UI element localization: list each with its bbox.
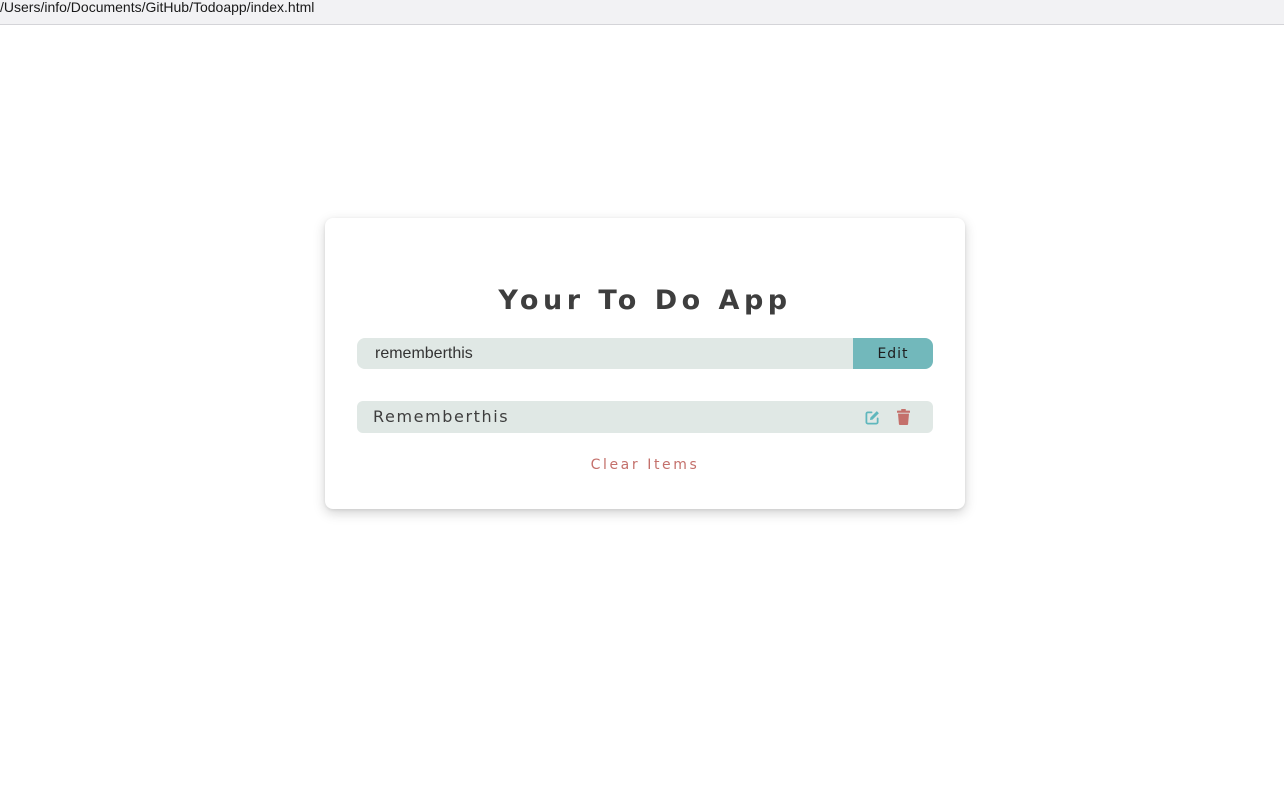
edit-submit-button[interactable]: Edit bbox=[853, 338, 933, 369]
todo-card: Your To Do App Edit Rememberthis Clear bbox=[325, 218, 965, 509]
todo-input[interactable] bbox=[357, 338, 853, 369]
address-bar[interactable]: /Users/info/Documents/GitHub/Todoapp/ind… bbox=[0, 0, 1284, 25]
app-title: Your To Do App bbox=[498, 285, 792, 316]
trash-icon[interactable] bbox=[897, 409, 910, 425]
clear-items-button[interactable]: Clear Items bbox=[325, 457, 965, 473]
url-text: /Users/info/Documents/GitHub/Todoapp/ind… bbox=[0, 0, 315, 15]
list-item: Rememberthis bbox=[357, 401, 933, 433]
todo-list: Rememberthis bbox=[357, 401, 933, 433]
item-text: Rememberthis bbox=[373, 407, 510, 426]
todo-form: Edit bbox=[357, 338, 933, 369]
edit-icon[interactable] bbox=[865, 410, 880, 425]
